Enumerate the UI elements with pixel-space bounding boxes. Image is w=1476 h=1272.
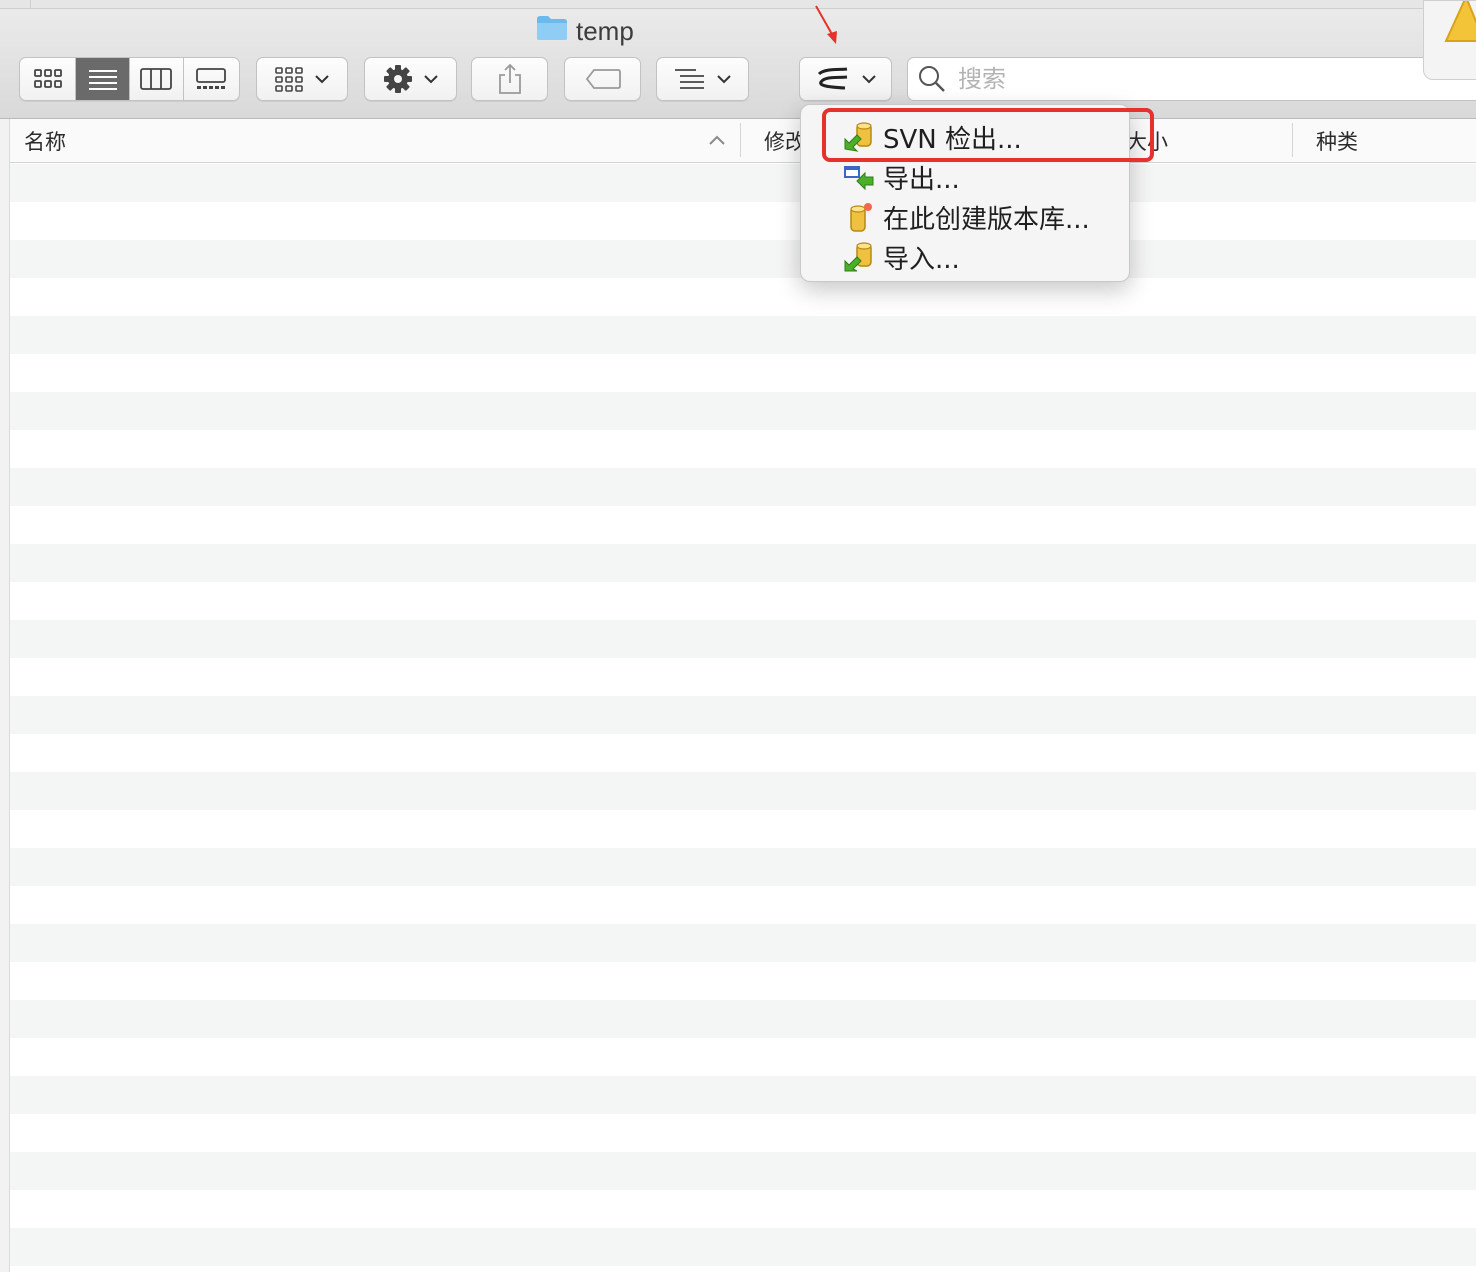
icon-view-button[interactable] — [20, 58, 77, 100]
sort-ascending-icon — [709, 135, 725, 145]
list-view-icon — [88, 70, 117, 90]
list-column-header: 名称 修改 大小 种类 — [10, 119, 1476, 163]
search-input[interactable] — [956, 64, 1360, 94]
annotation-arrow-icon — [815, 5, 837, 44]
gear-icon — [383, 65, 412, 93]
window-title: temp — [536, 14, 634, 48]
warning-icon — [1444, 1, 1476, 42]
sidebar-edge — [0, 119, 10, 1272]
action-button[interactable] — [364, 57, 457, 101]
group-by-button[interactable] — [256, 57, 348, 101]
list-row — [10, 1152, 1476, 1190]
list-row — [10, 658, 1476, 696]
list-row — [10, 278, 1476, 316]
list-row — [10, 620, 1476, 658]
list-row — [10, 1266, 1476, 1272]
svn-icon — [817, 67, 847, 90]
arrange-button[interactable] — [656, 57, 749, 101]
list-row — [10, 1228, 1476, 1266]
column-header-name-label: 名称 — [24, 129, 66, 154]
column-divider[interactable] — [740, 123, 741, 157]
list-row — [10, 924, 1476, 962]
file-list[interactable] — [10, 164, 1476, 1272]
list-row — [10, 202, 1476, 240]
annotation-highlight-box — [822, 108, 1154, 162]
list-row — [10, 354, 1476, 392]
tag-button[interactable] — [564, 57, 641, 101]
tag-icon — [585, 69, 621, 89]
svn-create-repo-icon — [843, 201, 875, 233]
column-header-kind-label: 种类 — [1316, 129, 1358, 154]
icon-view-icon — [33, 69, 62, 88]
group-by-icon — [275, 67, 303, 92]
chevron-down-icon — [315, 75, 329, 84]
share-button[interactable] — [471, 57, 548, 101]
menu-item-label: 在此创建版本库... — [883, 204, 1090, 235]
list-view-button[interactable] — [76, 58, 130, 100]
folder-icon — [536, 15, 568, 48]
list-row — [10, 772, 1476, 810]
warning-panel — [1423, 0, 1476, 80]
menu-item-label: 导出... — [883, 164, 960, 195]
window-top-strip — [0, 0, 1476, 9]
menu-item-label: 导入... — [883, 244, 960, 275]
list-row — [10, 1076, 1476, 1114]
view-mode-segmented-control[interactable] — [19, 57, 240, 101]
list-row — [10, 1038, 1476, 1076]
chevron-down-icon — [423, 75, 438, 84]
list-row — [10, 430, 1476, 468]
list-row — [10, 886, 1476, 924]
list-row — [10, 164, 1476, 202]
chevron-down-icon — [716, 75, 731, 84]
list-row — [10, 1190, 1476, 1228]
menu-item-create-repository[interactable]: 在此创建版本库... — [843, 197, 1090, 237]
svn-export-icon — [843, 161, 875, 193]
toolbar: temp — [0, 0, 1476, 119]
column-header-kind[interactable]: 种类 — [1316, 119, 1358, 162]
list-row — [10, 544, 1476, 582]
search-field[interactable] — [907, 57, 1476, 101]
list-row — [10, 1114, 1476, 1152]
share-icon — [498, 63, 521, 94]
list-row — [10, 468, 1476, 506]
list-row — [10, 582, 1476, 620]
menu-item-import[interactable]: 导入... — [843, 237, 960, 277]
list-row — [10, 962, 1476, 1000]
list-row — [10, 240, 1476, 278]
svn-import-icon — [843, 241, 875, 273]
list-row — [10, 848, 1476, 886]
menu-item-export[interactable]: 导出... — [843, 157, 960, 197]
list-row — [10, 1000, 1476, 1038]
list-row — [10, 734, 1476, 772]
column-view-icon — [140, 68, 173, 90]
list-row — [10, 316, 1476, 354]
window-title-text: temp — [576, 15, 634, 46]
svn-dropdown-button[interactable] — [799, 57, 892, 101]
list-row — [10, 696, 1476, 734]
list-row — [10, 392, 1476, 430]
column-divider[interactable] — [1292, 123, 1293, 157]
list-row — [10, 506, 1476, 544]
list-row — [10, 810, 1476, 848]
search-icon — [919, 66, 945, 92]
column-header-name[interactable]: 名称 — [24, 119, 66, 162]
gallery-view-icon — [196, 68, 227, 89]
gallery-view-button[interactable] — [184, 58, 239, 100]
arrange-list-icon — [674, 69, 704, 89]
column-view-button[interactable] — [130, 58, 184, 100]
chevron-down-icon — [861, 75, 876, 84]
